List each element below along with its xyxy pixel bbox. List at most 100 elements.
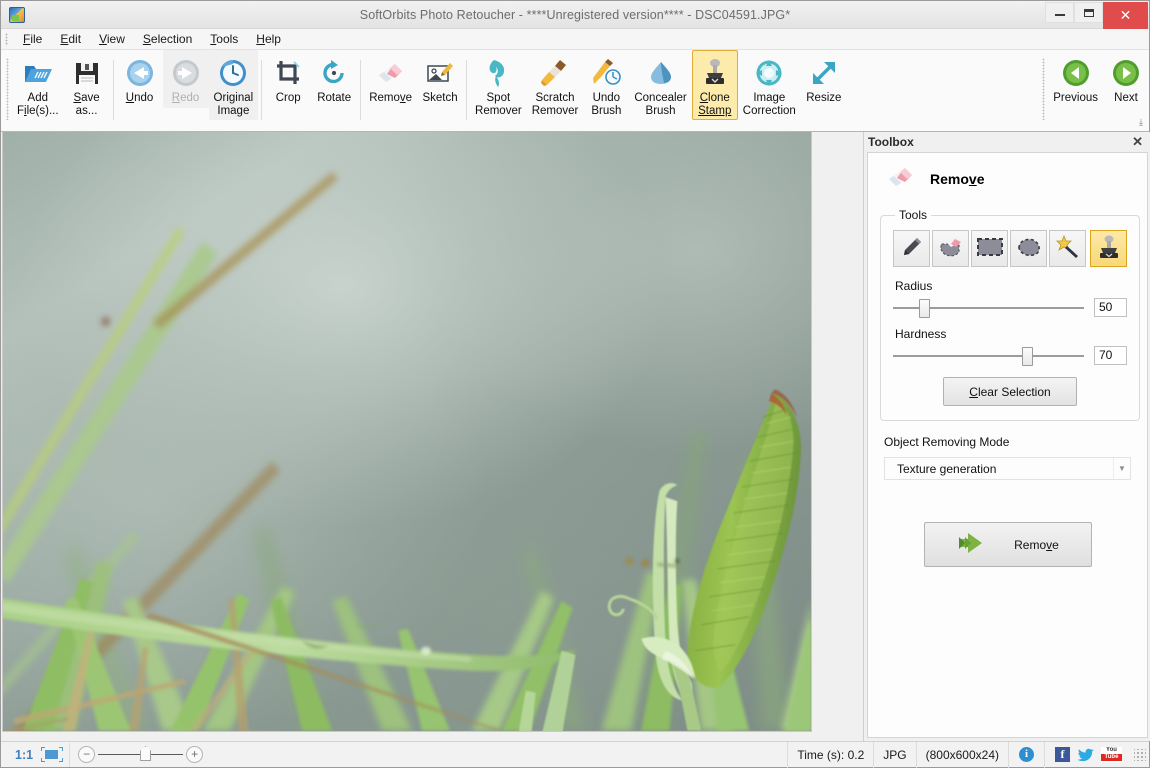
info-icon[interactable]: i (1019, 747, 1034, 762)
rect-select-tool-button[interactable] (971, 230, 1008, 267)
rotate-button[interactable]: Rotate (311, 50, 357, 108)
undo-brush-button[interactable]: Undo Brush (583, 50, 629, 120)
active-tool-heading: Remove (886, 165, 1135, 192)
resize-button[interactable]: Resize (801, 50, 847, 108)
rect-select-tool-icon (976, 237, 1004, 260)
toolbox-header: Toolbox ✕ (864, 132, 1150, 152)
toolbar-overflow-button[interactable]: ⤓ (1139, 117, 1143, 128)
scratch-remover-label: Scratch Remover (531, 92, 579, 117)
hardness-value[interactable]: 70 (1094, 346, 1127, 365)
sketch-icon (423, 56, 457, 90)
crop-icon (271, 56, 305, 90)
rotate-label: Rotate (317, 92, 352, 104)
spot-remover-button[interactable]: Spot Remover (470, 50, 527, 120)
remove-action-button[interactable]: Remove (923, 522, 1092, 567)
social-links-group: f You Tube (1044, 741, 1132, 768)
undo-label: Undo (125, 92, 154, 104)
zoom-out-button[interactable]: − (78, 746, 96, 763)
toolbar-separator (261, 60, 263, 120)
sketch-button[interactable]: Sketch (417, 50, 463, 108)
status-separator (69, 742, 71, 767)
toolbar-grip-icon (6, 58, 9, 120)
eraser-tool-icon (938, 235, 964, 262)
rotate-icon (317, 56, 351, 90)
remove-action-label: Remove (1014, 537, 1059, 552)
next-button[interactable]: Next (1103, 50, 1149, 108)
zoom-in-button[interactable]: + (186, 746, 204, 763)
image-correction-button[interactable]: Image Correction (738, 50, 801, 120)
lasso-tool-button[interactable] (1010, 230, 1047, 267)
scratch-remover-button[interactable]: Scratch Remover (527, 50, 584, 120)
clone-stamp-tool-icon (1097, 234, 1121, 263)
object-removing-mode-select[interactable]: Texture generation ▼ (884, 457, 1131, 480)
zoom-ratio-label: 1:1 (15, 747, 34, 762)
save-as-button[interactable]: Save as... (64, 50, 110, 120)
hardness-slider[interactable] (893, 346, 1084, 366)
original-image-button[interactable]: Original Image (208, 50, 259, 120)
remove-tool-button[interactable]: Remove (364, 50, 417, 108)
toolbox-title: Toolbox (868, 135, 914, 149)
radius-slider[interactable] (893, 298, 1084, 318)
crop-button[interactable]: Crop (265, 50, 311, 108)
menu-item-file[interactable]: File (14, 30, 51, 48)
maximize-button[interactable] (1074, 2, 1103, 23)
eraser-tool-button[interactable] (932, 230, 969, 267)
toolbox-close-icon[interactable]: ✕ (1130, 134, 1145, 150)
menu-item-view[interactable]: View (90, 30, 134, 48)
fit-to-window-icon[interactable] (41, 747, 64, 762)
radius-slider-thumb[interactable] (918, 298, 930, 318)
hardness-slider-thumb[interactable] (1021, 346, 1033, 366)
pencil-tool-button[interactable] (893, 230, 930, 267)
youtube-icon[interactable]: You Tube (1101, 746, 1122, 763)
canvas-gutter (813, 132, 863, 741)
clone-stamp-tool-button[interactable] (1090, 230, 1127, 267)
save-as-label: Save as... (73, 92, 100, 117)
remove-tool-label: Remove (369, 92, 413, 104)
radius-value[interactable]: 50 (1094, 298, 1127, 317)
sketch-label: Sketch (422, 92, 458, 104)
window-title: SoftOrbits Photo Retoucher - ****Unregis… (359, 7, 791, 22)
menu-item-selection[interactable]: Selection (134, 30, 201, 48)
pencil-tool-icon (900, 235, 924, 262)
chevron-down-icon[interactable]: ▼ (1113, 458, 1130, 479)
minimize-button[interactable] (1045, 2, 1074, 23)
next-label: Next (1114, 92, 1138, 104)
dimensions-status: (800x600x24) (915, 741, 1008, 768)
window-resize-grip[interactable] (1134, 748, 1146, 761)
magic-wand-tool-button[interactable] (1049, 230, 1086, 267)
toolbox-body: Remove Tools Radius 50 Hardness 70 Clear… (867, 152, 1148, 738)
main-toolbar: Add File(s)... Save as... Undo Redo Orig… (1, 50, 1149, 132)
facebook-icon[interactable]: f (1055, 747, 1070, 762)
toolbox-panel: Toolbox ✕ Remove Tools Radius 50 Hardnes… (863, 132, 1150, 741)
previous-button[interactable]: Previous (1048, 50, 1103, 108)
clone-stamp-button[interactable]: Clone Stamp (691, 50, 738, 120)
spot-remover-icon (481, 56, 515, 90)
add-files-button[interactable]: Add File(s)... (12, 50, 64, 120)
canvas-container (1, 132, 813, 741)
undo-brush-label: Undo Brush (591, 92, 622, 117)
save-as-icon (70, 56, 104, 90)
concealer-brush-icon (644, 56, 678, 90)
undo-button[interactable]: Undo (117, 50, 163, 108)
menu-item-help[interactable]: Help (247, 30, 290, 48)
clear-selection-button[interactable]: Clear Selection (943, 377, 1077, 406)
crop-label: Crop (275, 92, 301, 104)
toolbar-navigation-group: Previous Next (1037, 50, 1149, 132)
image-canvas[interactable] (2, 132, 812, 732)
redo-label: Redo (171, 92, 200, 104)
youtube-line1: You (1106, 746, 1117, 753)
close-button[interactable]: ✕ (1103, 2, 1148, 29)
image-correction-label: Image Correction (742, 92, 796, 117)
image-correction-icon (752, 56, 786, 90)
clock-history-icon (216, 56, 250, 90)
concealer-brush-button[interactable]: Concealer Brush (629, 50, 691, 120)
green-double-arrow-icon (956, 532, 988, 557)
zoom-slider-thumb[interactable] (140, 746, 152, 761)
redo-button[interactable]: Redo (162, 50, 209, 108)
menu-item-tools[interactable]: Tools (201, 30, 247, 48)
twitter-icon[interactable] (1077, 747, 1094, 763)
eraser-icon (886, 165, 916, 192)
spot-remover-label: Spot Remover (475, 92, 522, 117)
zoom-slider-track[interactable] (98, 746, 184, 761)
menu-item-edit[interactable]: Edit (51, 30, 90, 48)
